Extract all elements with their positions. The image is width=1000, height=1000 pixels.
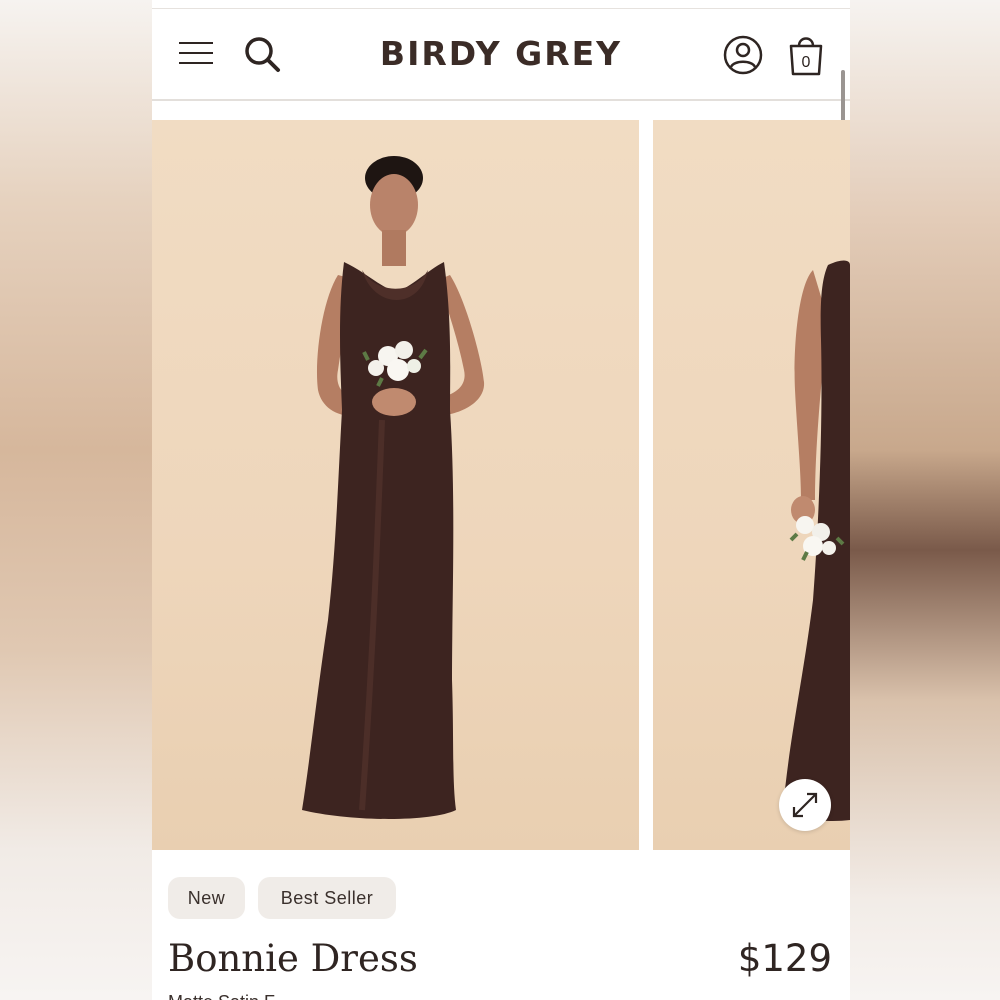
background-blur-right <box>850 0 1000 1000</box>
badge-best-seller: Best Seller <box>258 877 396 919</box>
phone-screen: BIRDY GREY 0 New Best Seller Bonnie Dres… <box>152 0 850 1000</box>
product-subtitle: Matte Satin F... <box>168 992 288 1000</box>
model-side-photo[interactable] <box>653 120 850 850</box>
model-front-photo[interactable] <box>152 120 639 850</box>
background-blur-left <box>0 0 152 1000</box>
header-divider <box>152 99 850 101</box>
badge-new: New <box>168 877 245 919</box>
product-price: $129 <box>737 937 832 980</box>
top-divider <box>152 8 850 9</box>
expand-arrows-icon[interactable] <box>779 779 831 831</box>
site-header: BIRDY GREY 0 <box>152 10 850 100</box>
bag-count: 0 <box>801 54 811 71</box>
account-icon[interactable] <box>722 34 764 76</box>
product-name: Bonnie Dress <box>168 937 418 980</box>
shopping-bag-icon[interactable]: 0 <box>786 32 826 78</box>
